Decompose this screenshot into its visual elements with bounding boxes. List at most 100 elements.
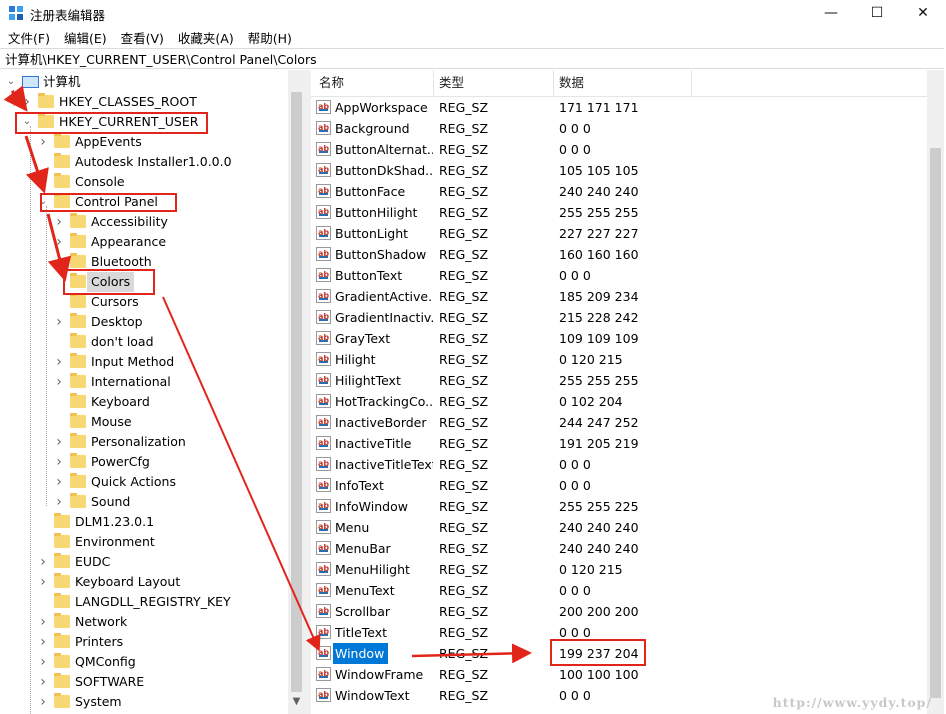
tree-node[interactable]: › International: [0, 372, 288, 392]
value-row[interactable]: ab HotTrackingCo... REG_SZ 0 102 204: [311, 391, 931, 412]
chevron-right-icon[interactable]: ›: [54, 492, 64, 512]
chevron-right-icon[interactable]: ›: [54, 232, 64, 252]
value-row[interactable]: ab GradientActive... REG_SZ 185 209 234: [311, 286, 931, 307]
value-row[interactable]: ab GradientInactiv... REG_SZ 215 228 242: [311, 307, 931, 328]
chevron-down-icon[interactable]: ⌄: [6, 72, 16, 92]
chevron-right-icon[interactable]: ›: [38, 552, 48, 572]
list-scrollbar-thumb[interactable]: [930, 148, 941, 698]
value-row[interactable]: ab InactiveBorder REG_SZ 244 247 252: [311, 412, 931, 433]
value-row[interactable]: ab InfoText REG_SZ 0 0 0: [311, 475, 931, 496]
value-row[interactable]: ab Window REG_SZ 199 237 204: [311, 643, 931, 664]
tree-node[interactable]: › AppEvents: [0, 132, 288, 152]
value-row[interactable]: ab InfoWindow REG_SZ 255 255 225: [311, 496, 931, 517]
tree-node[interactable]: › Printers: [0, 632, 288, 652]
chevron-right-icon[interactable]: ›: [54, 212, 64, 232]
chevron-right-icon[interactable]: ›: [38, 652, 48, 672]
menu-file[interactable]: 文件(F): [2, 28, 56, 47]
tree-node[interactable]: Console: [0, 172, 288, 192]
chevron-right-icon[interactable]: ›: [22, 92, 32, 112]
tree-node[interactable]: › EUDC: [0, 552, 288, 572]
value-row[interactable]: ab ButtonDkShad... REG_SZ 105 105 105: [311, 160, 931, 181]
value-row[interactable]: ab WindowFrame REG_SZ 100 100 100: [311, 664, 931, 685]
value-row[interactable]: ab InactiveTitle REG_SZ 191 205 219: [311, 433, 931, 454]
close-button[interactable]: ✕: [900, 0, 946, 26]
tree-node[interactable]: › QMConfig: [0, 652, 288, 672]
chevron-right-icon[interactable]: ›: [54, 452, 64, 472]
scroll-down-arrow-icon[interactable]: ▼: [288, 696, 305, 714]
menu-view[interactable]: 查看(V): [115, 28, 170, 47]
value-row[interactable]: ab ButtonFace REG_SZ 240 240 240: [311, 181, 931, 202]
value-row[interactable]: ab MenuBar REG_SZ 240 240 240: [311, 538, 931, 559]
tree-node-label: Keyboard Layout: [75, 574, 181, 589]
tree-node[interactable]: Keyboard: [0, 392, 288, 412]
tree-node[interactable]: Colors: [0, 272, 288, 292]
column-header-name[interactable]: 名称: [319, 70, 344, 96]
value-row[interactable]: ab Menu REG_SZ 240 240 240: [311, 517, 931, 538]
tree-node[interactable]: DLM1.23.0.1: [0, 512, 288, 532]
column-header-type[interactable]: 类型: [439, 70, 464, 96]
address-bar[interactable]: 计算机\HKEY_CURRENT_USER\Control Panel\Colo…: [0, 48, 944, 69]
string-value-icon: ab: [316, 436, 331, 450]
maximize-button[interactable]: ☐: [854, 0, 900, 26]
tree-node[interactable]: don't load: [0, 332, 288, 352]
chevron-right-icon[interactable]: ›: [54, 372, 64, 392]
value-row[interactable]: ab InactiveTitleText REG_SZ 0 0 0: [311, 454, 931, 475]
value-row[interactable]: ab AppWorkspace REG_SZ 171 171 171: [311, 97, 931, 118]
value-row[interactable]: ab MenuHilight REG_SZ 0 120 215: [311, 559, 931, 580]
tree-node[interactable]: Cursors: [0, 292, 288, 312]
value-data: 0 0 0: [559, 688, 591, 703]
tree-node[interactable]: › Appearance: [0, 232, 288, 252]
value-row[interactable]: ab Scrollbar REG_SZ 200 200 200: [311, 601, 931, 622]
tree-node[interactable]: Mouse: [0, 412, 288, 432]
chevron-right-icon[interactable]: ›: [38, 612, 48, 632]
tree-node[interactable]: › SOFTWARE: [0, 672, 288, 692]
chevron-down-icon[interactable]: ⌄: [38, 192, 48, 212]
menu-favorites[interactable]: 收藏夹(A): [172, 28, 240, 47]
chevron-right-icon[interactable]: ›: [38, 572, 48, 592]
chevron-right-icon[interactable]: ›: [38, 692, 48, 712]
value-row[interactable]: ab ButtonShadow REG_SZ 160 160 160: [311, 244, 931, 265]
minimize-button[interactable]: —: [808, 0, 854, 26]
tree-node[interactable]: Bluetooth: [0, 252, 288, 272]
tree-node[interactable]: › Input Method: [0, 352, 288, 372]
value-row[interactable]: ab ButtonAlternat... REG_SZ 0 0 0: [311, 139, 931, 160]
tree-node[interactable]: › Keyboard Layout: [0, 572, 288, 592]
value-row[interactable]: ab TitleText REG_SZ 0 0 0: [311, 622, 931, 643]
chevron-down-icon[interactable]: ⌄: [22, 112, 32, 132]
menu-help[interactable]: 帮助(H): [242, 28, 298, 47]
chevron-right-icon[interactable]: ›: [54, 432, 64, 452]
tree-node[interactable]: › System: [0, 692, 288, 712]
value-row[interactable]: ab GrayText REG_SZ 109 109 109: [311, 328, 931, 349]
chevron-right-icon[interactable]: ›: [38, 672, 48, 692]
chevron-right-icon[interactable]: ›: [38, 132, 48, 152]
tree-node[interactable]: › Network: [0, 612, 288, 632]
tree-node[interactable]: › Personalization: [0, 432, 288, 452]
menu-edit[interactable]: 编辑(E): [58, 28, 113, 47]
tree-node[interactable]: › PowerCfg: [0, 452, 288, 472]
tree-node[interactable]: LANGDLL_REGISTRY_KEY: [0, 592, 288, 612]
value-row[interactable]: ab MenuText REG_SZ 0 0 0: [311, 580, 931, 601]
tree-node[interactable]: ⌄ 计算机: [0, 72, 288, 92]
value-row[interactable]: ab ButtonText REG_SZ 0 0 0: [311, 265, 931, 286]
tree-node[interactable]: › Accessibility: [0, 212, 288, 232]
tree-node[interactable]: › HKEY_CLASSES_ROOT: [0, 92, 288, 112]
tree-node[interactable]: › Quick Actions: [0, 472, 288, 492]
tree-node[interactable]: Environment: [0, 532, 288, 552]
column-header-data[interactable]: 数据: [559, 70, 584, 96]
tree-node[interactable]: Autodesk Installer1.0.0.0: [0, 152, 288, 172]
chevron-right-icon[interactable]: ›: [54, 312, 64, 332]
tree-scrollbar[interactable]: [288, 70, 305, 714]
value-row[interactable]: ab Hilight REG_SZ 0 120 215: [311, 349, 931, 370]
value-row[interactable]: ab ButtonHilight REG_SZ 255 255 255: [311, 202, 931, 223]
tree-node[interactable]: ⌄ HKEY_CURRENT_USER: [0, 112, 288, 132]
tree-scrollbar-thumb[interactable]: [291, 92, 302, 692]
value-row[interactable]: ab Background REG_SZ 0 0 0: [311, 118, 931, 139]
chevron-right-icon[interactable]: ›: [54, 472, 64, 492]
tree-node[interactable]: › Sound: [0, 492, 288, 512]
chevron-right-icon[interactable]: ›: [38, 632, 48, 652]
tree-node[interactable]: › Desktop: [0, 312, 288, 332]
chevron-right-icon[interactable]: ›: [54, 352, 64, 372]
value-row[interactable]: ab ButtonLight REG_SZ 227 227 227: [311, 223, 931, 244]
tree-node[interactable]: ⌄ Control Panel: [0, 192, 288, 212]
value-row[interactable]: ab HilightText REG_SZ 255 255 255: [311, 370, 931, 391]
